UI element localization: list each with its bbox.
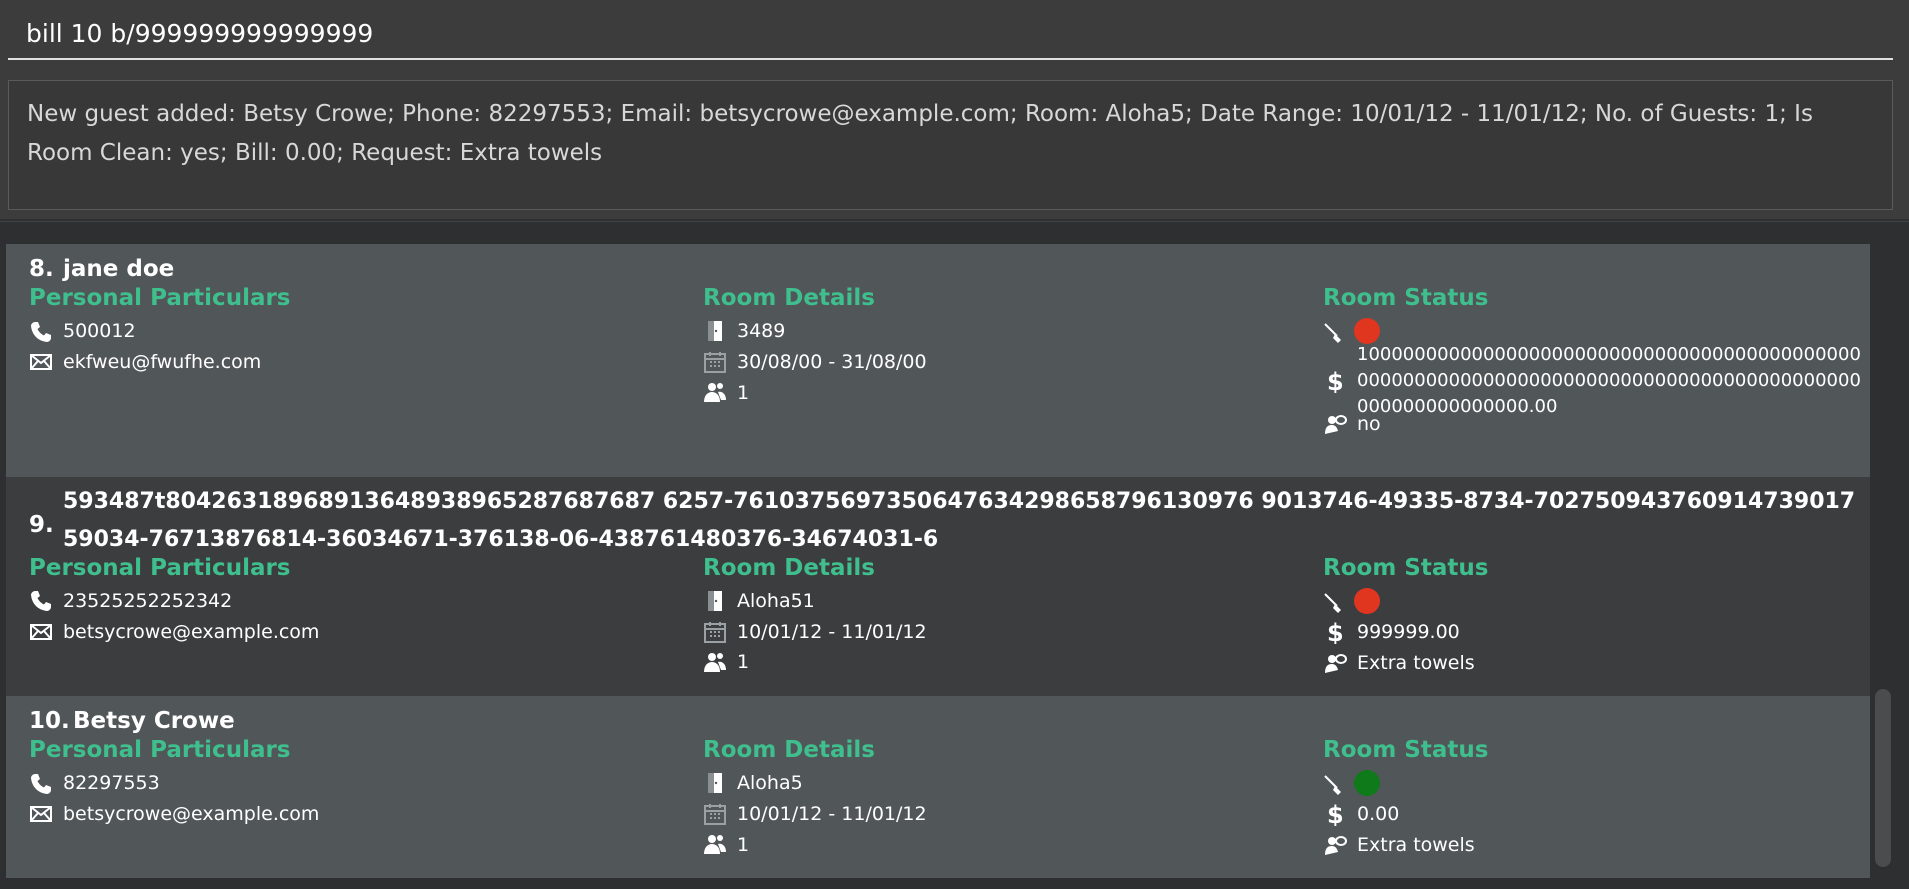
envelope-icon <box>30 624 52 640</box>
dates-value: 10/01/12 - 11/01/12 <box>737 803 927 825</box>
guest-card[interactable]: 10. Betsy Crowe Personal Particulars 822… <box>6 696 1870 878</box>
request-value: Extra towels <box>1357 834 1475 856</box>
scrollbar-thumb[interactable] <box>1875 689 1891 867</box>
app-window: New guest added: Betsy Crowe; Phone: 822… <box>0 0 1909 889</box>
result-display: New guest added: Betsy Crowe; Phone: 822… <box>8 80 1893 210</box>
svg-text:$: $ <box>1327 620 1344 644</box>
email-value: betsycrowe@example.com <box>63 803 320 825</box>
people-icon <box>704 653 726 672</box>
guest-index: 8. <box>29 256 54 282</box>
guests-value: 1 <box>737 651 750 673</box>
email-value: ekfweu@fwufhe.com <box>63 351 262 373</box>
command-box <box>0 0 1909 70</box>
concierge-icon <box>1325 415 1347 434</box>
clean-status-indicator <box>1354 588 1380 614</box>
svg-text:$: $ <box>1327 369 1344 393</box>
svg-text:$: $ <box>1327 802 1344 826</box>
phone-icon <box>31 774 51 794</box>
phone-icon <box>31 591 51 611</box>
phone-value: 82297553 <box>63 772 160 794</box>
dates-value: 10/01/12 - 11/01/12 <box>737 621 927 643</box>
request-value: Extra towels <box>1357 652 1475 674</box>
people-icon <box>704 835 726 854</box>
calendar-icon <box>704 352 726 373</box>
personal-particulars-heading: Personal Particulars <box>29 737 291 763</box>
request-value: no <box>1357 413 1381 435</box>
door-icon <box>708 773 722 793</box>
concierge-icon <box>1325 836 1347 855</box>
dates-value: 30/08/00 - 31/08/00 <box>737 351 927 373</box>
dollar-icon: $ <box>1327 620 1344 644</box>
guests-value: 1 <box>737 834 750 856</box>
guest-index: 9. <box>29 512 54 538</box>
calendar-icon <box>704 804 726 825</box>
result-display-panel: New guest added: Betsy Crowe; Phone: 822… <box>0 70 1909 221</box>
email-value: betsycrowe@example.com <box>63 621 320 643</box>
room-status-heading: Room Status <box>1323 285 1489 311</box>
broom-icon <box>1324 593 1341 613</box>
room-value: Aloha51 <box>737 590 815 612</box>
clean-status-indicator <box>1354 318 1380 344</box>
bill-value: 0.00 <box>1357 803 1400 825</box>
guest-list[interactable]: 8. jane doe Personal Particulars 500012 … <box>6 244 1870 889</box>
broom-icon <box>1324 775 1341 795</box>
personal-particulars-heading: Personal Particulars <box>29 285 291 311</box>
calendar-icon <box>704 622 726 643</box>
guest-name: jane doe <box>63 256 175 282</box>
door-icon <box>708 591 722 611</box>
command-input[interactable] <box>8 8 1893 60</box>
envelope-icon <box>30 806 52 822</box>
broom-icon <box>1324 323 1341 343</box>
room-details-heading: Room Details <box>703 737 875 763</box>
dollar-icon: $ <box>1327 369 1344 393</box>
room-value: Aloha5 <box>737 772 803 794</box>
guest-name: Betsy Crowe <box>73 708 235 734</box>
clean-status-indicator <box>1354 770 1380 796</box>
guest-index: 10. <box>29 708 70 734</box>
room-status-heading: Room Status <box>1323 737 1489 763</box>
phone-value: 23525252252342 <box>63 590 233 612</box>
guest-card[interactable]: 9. 593487t804263189689136489389652876876… <box>6 477 1870 696</box>
dollar-icon: $ <box>1327 802 1344 826</box>
guest-list-panel: 8. jane doe Personal Particulars 500012 … <box>0 222 1909 889</box>
people-icon <box>704 383 726 402</box>
guest-name: 593487t80426318968913648938965287687687 … <box>63 489 1856 552</box>
personal-particulars-heading: Personal Particulars <box>29 555 291 581</box>
concierge-icon <box>1325 654 1347 673</box>
phone-icon <box>31 322 51 342</box>
room-details-heading: Room Details <box>703 555 875 581</box>
room-status-heading: Room Status <box>1323 555 1489 581</box>
room-value: 3489 <box>737 320 786 342</box>
guests-value: 1 <box>737 382 750 404</box>
door-icon <box>708 321 722 341</box>
bill-value: 999999.00 <box>1357 621 1460 643</box>
phone-value: 500012 <box>63 320 136 342</box>
guest-card[interactable]: 8. jane doe Personal Particulars 500012 … <box>6 244 1870 477</box>
room-details-heading: Room Details <box>703 285 875 311</box>
envelope-icon <box>30 354 52 370</box>
bill-value: 1000000000000000000000000000000000000000… <box>1357 344 1861 417</box>
